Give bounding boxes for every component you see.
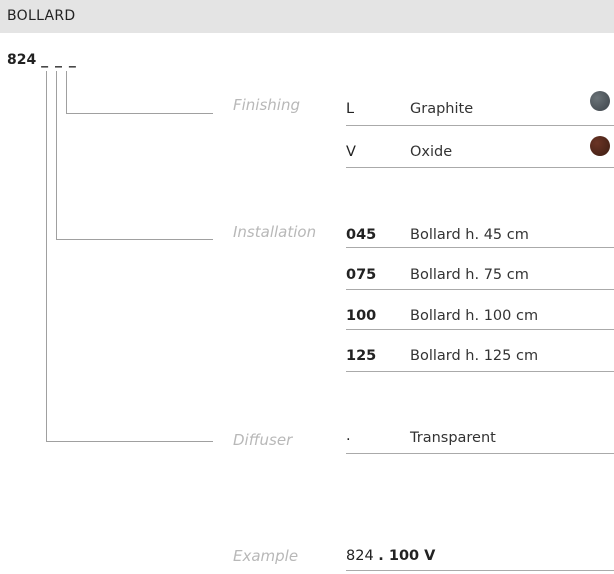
graphite-swatch xyxy=(590,91,610,111)
finishing-name-graphite: Graphite xyxy=(410,101,474,117)
row-divider xyxy=(346,247,614,248)
example-label: Example xyxy=(233,547,299,565)
row-divider xyxy=(346,371,614,372)
row-divider xyxy=(346,167,614,168)
installation-name-100: Bollard h. 100 cm xyxy=(410,308,539,324)
row-divider xyxy=(346,453,614,454)
row-divider xyxy=(346,329,614,330)
finishing-code-l: L xyxy=(346,101,355,117)
finishing-name-oxide: Oxide xyxy=(410,144,453,160)
row-divider xyxy=(346,570,614,571)
diffuser-code: . xyxy=(346,428,351,444)
installation-code-125: 125 xyxy=(346,348,377,364)
code-tree-lines xyxy=(46,71,213,442)
oxide-swatch xyxy=(590,136,610,156)
finishing-label: Finishing xyxy=(233,96,300,114)
diffuser-connector xyxy=(46,71,213,442)
installation-name-125: Bollard h. 125 cm xyxy=(410,348,539,364)
installation-code-045: 045 xyxy=(346,227,377,243)
diffuser-label: Diffuser xyxy=(233,431,293,449)
example-prefix: 824 xyxy=(346,548,374,564)
installation-name-075: Bollard h. 75 cm xyxy=(410,267,529,283)
installation-label: Installation xyxy=(233,223,317,241)
row-divider xyxy=(346,125,614,126)
row-divider xyxy=(346,289,614,290)
example-code: 824 . 100 V xyxy=(346,548,435,564)
installation-code-100: 100 xyxy=(346,308,377,324)
installation-code-075: 075 xyxy=(346,267,377,283)
example-suffix: . 100 V xyxy=(378,548,436,564)
installation-connector xyxy=(56,71,213,240)
finishing-connector xyxy=(66,71,213,114)
installation-name-045: Bollard h. 45 cm xyxy=(410,227,529,243)
diffuser-name-transparent: Transparent xyxy=(410,430,496,446)
finishing-code-v: V xyxy=(346,144,356,160)
